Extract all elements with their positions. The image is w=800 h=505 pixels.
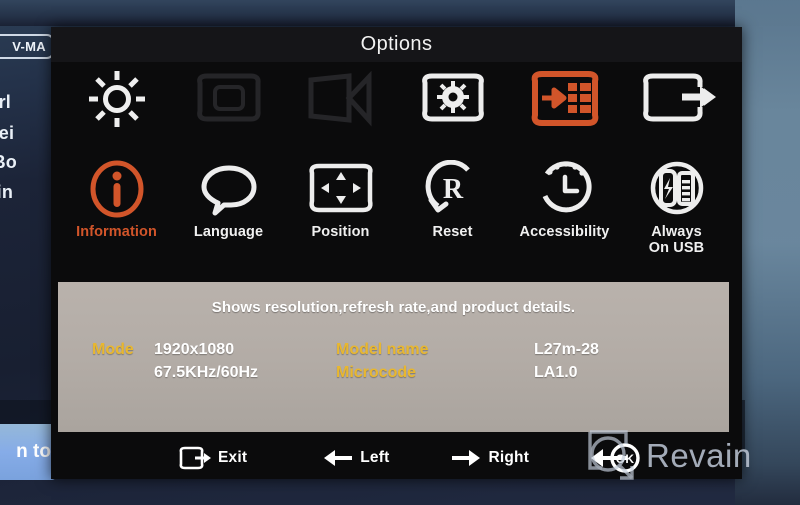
- info-value-resolution: 1920x1080: [154, 341, 235, 358]
- background-text-line-4: ackin: [0, 182, 14, 202]
- hint-right-label: Right: [488, 449, 530, 466]
- gear-settings-icon: [417, 68, 489, 130]
- osd-bottom-menu-row: Information Language Position R Reset Ac…: [51, 154, 742, 270]
- speech-bubble-icon: [198, 158, 260, 220]
- background-text-line-2: e thei: [0, 123, 15, 143]
- info-column-model-values: L27m-28 LA1.0: [534, 338, 674, 384]
- menu-item-information[interactable]: Information: [65, 158, 168, 240]
- osd-top-menu-row: [51, 62, 742, 154]
- background-tag: V-MA: [0, 34, 54, 59]
- background-button[interactable]: n to: [0, 424, 58, 480]
- clock-accessibility-icon: [535, 158, 595, 220]
- hint-exit-label: Exit: [218, 449, 248, 466]
- info-value-frequency: 67.5KHz/60Hz: [154, 364, 259, 382]
- hint-right[interactable]: Right: [451, 448, 529, 468]
- ok-button-icon: OK: [587, 443, 643, 473]
- svg-text:OK: OK: [616, 452, 635, 466]
- menu-item-language[interactable]: Language: [177, 158, 280, 240]
- info-value-model-name: L27m-28: [534, 341, 599, 358]
- top-menu-item-brightness[interactable]: [65, 68, 168, 130]
- menu-label-accessibility: Accessibility: [519, 224, 610, 240]
- info-column-mode-key: Mode: [92, 338, 154, 384]
- description-text: Shows resolution,refresh rate,and produc…: [211, 299, 576, 316]
- exit-arrow-icon: [177, 446, 211, 470]
- osd-icon-area: Information Language Position R Reset Ac…: [51, 62, 742, 276]
- background-top-strip: [0, 0, 800, 26]
- color-mode-icon: [305, 68, 377, 130]
- arrow-left-icon: [323, 448, 353, 468]
- background-text-line-1: uperl: [0, 92, 12, 112]
- position-arrows-icon: [305, 158, 377, 220]
- info-column-model-keys: Model name Microcode: [336, 338, 534, 384]
- menu-item-position[interactable]: Position: [289, 158, 392, 240]
- menu-label-always-on-usb: Always On USB: [648, 224, 705, 257]
- menu-label-reset: Reset: [432, 224, 473, 240]
- information-table: Mode 1920x1080 67.5KHz/60Hz Model name M…: [58, 316, 729, 384]
- top-menu-item-exit[interactable]: [625, 68, 728, 130]
- osd-window: Options Information Language Position R …: [51, 27, 742, 479]
- info-key-microcode: Microcode: [336, 364, 417, 382]
- menu-label-language: Language: [193, 224, 264, 240]
- exit-arrow-icon: [638, 68, 716, 130]
- page-title: Options: [360, 33, 433, 55]
- menu-item-always-on-usb[interactable]: Always On USB: [625, 158, 728, 256]
- svg-text:R: R: [442, 174, 463, 205]
- top-menu-item-screen-contrast[interactable]: [177, 68, 280, 130]
- osd-title-bar: Options: [51, 27, 742, 62]
- screen-contrast-icon: [193, 68, 265, 130]
- arrow-right-icon: [451, 448, 481, 468]
- hint-left-label: Left: [360, 449, 390, 466]
- hint-left[interactable]: Left: [323, 448, 389, 468]
- hint-ok[interactable]: OK: [587, 443, 650, 473]
- background-text-line-3: ne Bo: [0, 152, 18, 172]
- menu-item-accessibility[interactable]: Accessibility: [513, 158, 616, 240]
- menu-label-information: Information: [76, 224, 157, 240]
- info-column-mode-values: 1920x1080 67.5KHz/60Hz: [154, 338, 336, 384]
- information-panel: Shows resolution,refresh rate,and produc…: [58, 282, 729, 432]
- information-circle-icon: [88, 158, 146, 220]
- options-grid-arrow-icon: [528, 68, 602, 130]
- reset-r-icon: R: [424, 158, 482, 220]
- menu-item-reset[interactable]: R Reset: [401, 158, 504, 240]
- top-menu-item-options[interactable]: [513, 68, 616, 130]
- info-value-microcode: LA1.0: [534, 364, 578, 382]
- brightness-sun-icon: [85, 68, 149, 130]
- menu-label-position: Position: [311, 224, 370, 240]
- osd-hint-bar: Exit Left Right OK: [51, 437, 742, 479]
- top-menu-item-settings[interactable]: [401, 68, 504, 130]
- hint-exit[interactable]: Exit: [177, 446, 247, 470]
- top-menu-item-color-mode[interactable]: [289, 68, 392, 130]
- info-key-mode: Mode: [92, 341, 134, 358]
- usb-charge-icon: [648, 158, 706, 220]
- info-key-model-name: Model name: [336, 341, 429, 358]
